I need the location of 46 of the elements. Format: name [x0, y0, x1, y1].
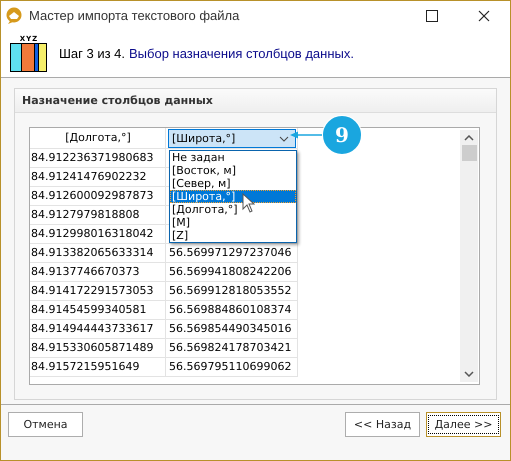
table-columns-icon [9, 42, 49, 72]
dropdown-option[interactable]: [Широта,°] [170, 190, 296, 203]
dialog-button[interactable]: Отмена [8, 412, 83, 437]
table-cell: 84.914172291573053 [30, 282, 166, 301]
table-cell: 56.569795110699062 [166, 358, 298, 377]
table-cell: 84.91454599340581 [30, 301, 166, 320]
table-cell: 84.91241476902232 [30, 168, 166, 187]
table-cell: 56.569971297237046 [166, 244, 298, 263]
column-type-dropdown[interactable]: [Широта,°] [168, 129, 296, 148]
window-title: Мастер импорта текстового файла [29, 8, 240, 23]
table-cell: 84.9157215951649 [30, 358, 166, 377]
chevron-down-icon [279, 136, 289, 142]
table-cell: 56.569884860108374 [166, 301, 298, 320]
column-header: [Долгота,°] [30, 128, 166, 149]
table-cell: 84.9127979818808 [30, 206, 166, 225]
table-cell: 84.912236371980683 [30, 149, 166, 168]
scroll-down-icon[interactable] [464, 371, 474, 377]
arrow-leader-line [290, 131, 322, 139]
step-text: Шаг 3 из 4. [59, 46, 126, 61]
dropdown-option[interactable]: [Z] [170, 229, 296, 242]
callout-number-badge: 9 [322, 115, 362, 155]
dropdown-option[interactable]: [Долгота,°] [170, 203, 296, 216]
table-cell: 84.914944443733617 [30, 320, 166, 339]
dialog-button[interactable]: << Назад [345, 412, 420, 437]
scroll-up-icon[interactable] [464, 135, 474, 141]
table-cell: 84.912600092987873 [30, 187, 166, 206]
table-cell: 56.569941808242206 [166, 263, 298, 282]
table-cell: 84.912998016318042 [30, 225, 166, 244]
table-cell: 84.9137746670373 [30, 263, 166, 282]
scrollbar-thumb[interactable] [462, 145, 476, 161]
maximize-icon[interactable] [426, 10, 438, 22]
dropdown-option[interactable]: Не задан [170, 151, 296, 164]
step-description: Выбор назначения столбцов данных. [129, 46, 354, 61]
dropdown-option[interactable]: [Восток, м] [170, 164, 296, 177]
dropdown-option[interactable]: [Север, м] [170, 177, 296, 190]
table-cell: 56.569824178703421 [166, 339, 298, 358]
mouse-pointer-icon [242, 193, 255, 213]
table-cell: 56.569854490345016 [166, 320, 298, 339]
dialog-button[interactable]: Далее >> [426, 412, 501, 437]
app-icon [5, 6, 23, 24]
close-icon[interactable] [478, 10, 490, 22]
table-cell: 84.913382065633314 [30, 244, 166, 263]
dropdown-option[interactable]: [M] [170, 216, 296, 229]
table-cell: 56.569912818053552 [166, 282, 298, 301]
table-cell: 84.915330605871489 [30, 339, 166, 358]
vertical-scrollbar[interactable] [460, 130, 478, 382]
